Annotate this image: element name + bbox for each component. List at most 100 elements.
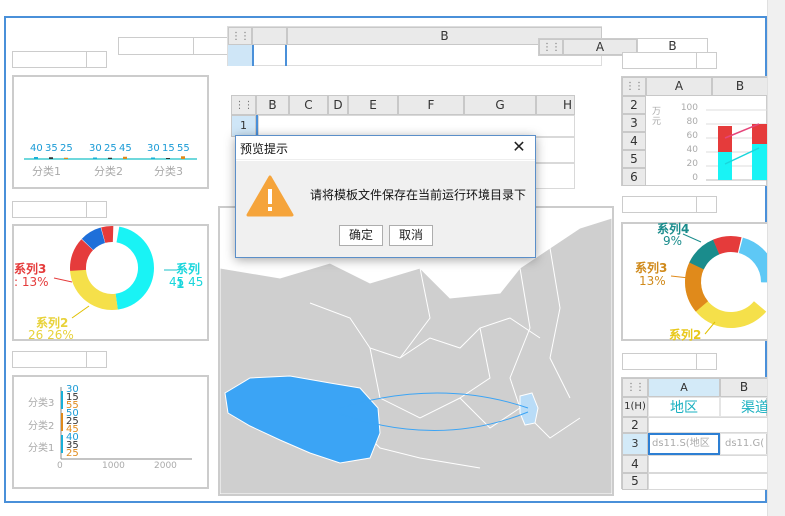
warning-icon xyxy=(246,175,294,217)
report-designer-canvas: ⋮⋮ B ⋮⋮ A B 分类1 分类2 分类3 40 35 25 30 25 4… xyxy=(0,0,785,516)
right-top-grid-widget[interactable]: ⋮⋮ A B 2 3 4 5 6 万元 100 80 60 40 20 0 xyxy=(621,76,768,186)
xtick-label: 2000 xyxy=(154,461,177,471)
col-a-header xyxy=(252,27,287,45)
col-header: F xyxy=(398,95,464,115)
grid-row[interactable] xyxy=(648,473,768,490)
mini-bar xyxy=(49,157,53,159)
panel-title-bar[interactable] xyxy=(622,52,717,69)
cell-channel-field[interactable]: ds11.G( xyxy=(720,433,768,455)
bar xyxy=(718,126,732,152)
dialog-title: 预览提示 xyxy=(240,142,289,156)
value-label: 35 xyxy=(45,143,58,154)
preview-dialog: 预览提示 ✕ 请将模板文件保存在当前运行环境目录下 确定 取消 xyxy=(235,135,536,258)
header-cell-channel[interactable]: 渠道 xyxy=(720,397,768,417)
value-label: 25 xyxy=(66,448,79,459)
unit-label: 万元 xyxy=(652,107,662,127)
mini-bar-chart-panel[interactable]: 分类1 分类2 分类3 40 35 25 30 25 45 30 15 55 xyxy=(12,75,209,189)
col-header: B xyxy=(256,95,289,115)
value-label: 15 xyxy=(162,143,175,154)
row-header: 3 xyxy=(622,433,648,455)
col-header: C xyxy=(289,95,328,115)
mini-bar xyxy=(151,157,155,159)
mini-bar xyxy=(64,157,68,159)
close-icon[interactable]: ✕ xyxy=(511,139,527,155)
ytick-label: 100 xyxy=(680,103,698,113)
series2-value: 26 26% xyxy=(28,328,74,342)
ytick-label: 40 xyxy=(686,145,698,155)
ytick-label: 0 xyxy=(692,173,698,183)
value-label: 30 xyxy=(89,143,102,154)
col-header: D xyxy=(328,95,348,115)
grid-handle-icon[interactable]: ⋮⋮ xyxy=(539,39,563,55)
value-label: 40 xyxy=(30,143,43,154)
combo-chart xyxy=(706,109,768,181)
panel-title-bar[interactable] xyxy=(12,351,107,368)
mini-bar xyxy=(181,156,185,159)
category-label: 分类2 xyxy=(94,165,123,178)
mini-bar xyxy=(108,157,112,159)
col-header: H xyxy=(536,95,575,115)
panel-title-bar[interactable] xyxy=(12,51,107,68)
map-region-mainland xyxy=(220,217,612,494)
xtick-label: 1000 xyxy=(102,461,125,471)
grid-row[interactable] xyxy=(258,115,575,137)
grid-handle-icon[interactable]: ⋮⋮ xyxy=(622,378,648,397)
mini-bar xyxy=(34,157,38,159)
panel-title-bar[interactable] xyxy=(12,201,107,218)
value-label: 25 xyxy=(60,143,73,154)
hbar-chart-panel[interactable]: 分类3 分类2 分类1 30 15 55 50 25 45 40 35 25 0… xyxy=(12,375,209,489)
grid-row[interactable] xyxy=(648,417,768,433)
row-header: 5 xyxy=(622,150,646,168)
series1-value: 45 45 xyxy=(169,275,204,289)
series3-value: 13% xyxy=(639,274,666,288)
donut-right-panel[interactable]: 系列4 9% 系列3 13% 系列2 xyxy=(621,222,771,342)
ytick-labels: 100 80 60 40 20 0 xyxy=(674,101,698,185)
grid-handle-icon[interactable]: ⋮⋮ xyxy=(622,77,646,96)
row-header: 1(H) xyxy=(622,397,648,417)
selected-cell-region-field[interactable]: ds11.S(地区 xyxy=(648,433,720,455)
value-label: 30 xyxy=(147,143,160,154)
panel-title-bar[interactable] xyxy=(622,353,717,370)
row-header: 5 xyxy=(622,473,648,490)
bar xyxy=(718,152,732,180)
row-header: 2 xyxy=(622,96,646,114)
col-header: B xyxy=(712,77,768,96)
donut-left-panel[interactable]: 系列3 : 13% 系列1 45 45 系列2 26 26% xyxy=(12,224,209,342)
row-header: 2 xyxy=(622,417,648,433)
bar xyxy=(752,124,768,144)
category-label: 分类1 xyxy=(28,443,55,454)
category-label: 分类1 xyxy=(32,165,61,178)
ytick-label: 80 xyxy=(686,117,698,127)
right-bottom-grid-widget[interactable]: ⋮⋮ A B 1(H) 2 3 4 5 地区 渠道 ds11.S(地区 ds11… xyxy=(621,377,768,490)
selected-cell[interactable] xyxy=(252,45,287,66)
col-header: A xyxy=(646,77,712,96)
mini-bar xyxy=(123,156,127,159)
mini-bar xyxy=(93,157,97,159)
row-header: 1 xyxy=(231,115,256,137)
panel-title-bar[interactable] xyxy=(622,196,717,213)
row-header: 4 xyxy=(622,132,646,150)
value-label: 55 xyxy=(177,143,190,154)
row-header: 3 xyxy=(622,114,646,132)
grid-handle-icon[interactable]: ⋮⋮ xyxy=(228,27,252,45)
xtick-label: 0 xyxy=(57,461,63,471)
row-header: 4 xyxy=(622,455,648,473)
mini-bar xyxy=(166,158,170,159)
value-label: 25 xyxy=(104,143,117,154)
divider xyxy=(193,38,194,54)
grid-row[interactable] xyxy=(648,455,768,473)
category-label: 分类3 xyxy=(28,398,55,409)
cancel-button[interactable]: 取消 xyxy=(389,225,433,246)
vertical-scrollbar[interactable] xyxy=(767,0,785,516)
row-header: 6 xyxy=(622,168,646,186)
col-header: B xyxy=(720,378,768,397)
ok-button[interactable]: 确定 xyxy=(339,225,383,246)
header-cell-region[interactable]: 地区 xyxy=(648,397,720,417)
col-header: G xyxy=(464,95,536,115)
category-label: 分类2 xyxy=(28,421,55,432)
dialog-message: 请将模板文件保存在当前运行环境目录下 xyxy=(310,188,527,202)
col-header: E xyxy=(348,95,398,115)
row-highlight xyxy=(228,45,252,66)
grid-handle-icon[interactable]: ⋮⋮ xyxy=(231,95,256,115)
series3-value: : 13% xyxy=(14,275,49,289)
